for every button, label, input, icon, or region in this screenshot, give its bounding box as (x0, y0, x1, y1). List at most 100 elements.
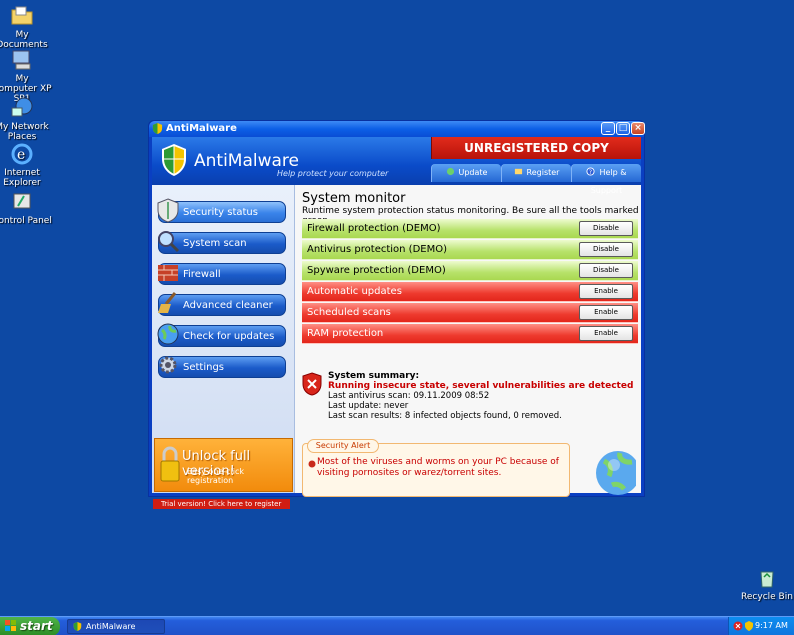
page-title: System monitor (302, 191, 406, 206)
disable-button[interactable]: Disable (579, 242, 633, 257)
nav-update[interactable]: Update (431, 164, 501, 182)
shield-icon (157, 198, 179, 223)
network-icon (11, 97, 33, 117)
sidebar-item-advanced-cleaner[interactable]: Advanced cleaner (158, 292, 286, 316)
sidebar-item-system-scan[interactable]: System scan (158, 231, 286, 254)
sidebar-item-label: Firewall (183, 269, 221, 280)
windows-flag-icon (5, 620, 16, 631)
desktop-icon-my-network[interactable]: My Network Places (0, 96, 52, 142)
disable-button[interactable]: Disable (579, 221, 633, 236)
svg-text:?: ? (589, 169, 592, 176)
status-row-scheduled-scans: Scheduled scans Enable (302, 303, 638, 323)
help-icon: ? (586, 167, 596, 176)
taskbar-item-label: AntiMalware (86, 622, 136, 631)
status-row-ram-protection: RAM protection Enable (302, 324, 638, 344)
summary-last-results: Last scan results: 8 infected objects fo… (328, 411, 562, 421)
desktop-icon-recycle-bin[interactable]: Recycle Bin (737, 566, 794, 602)
system-tray: 9:17 AM (728, 617, 794, 635)
desktop-icon-label: My Network Places (0, 122, 49, 142)
enable-button[interactable]: Enable (579, 305, 633, 320)
unlock-subtitle: Easy one-click registration (187, 467, 245, 485)
app-shield-icon (152, 123, 163, 134)
desktop-icon-label: Control Panel (0, 216, 52, 226)
shield-logo-icon (162, 144, 186, 176)
unlock-full-version-button[interactable]: Unlock full version! Easy one-click regi… (154, 438, 293, 492)
desktop-icon-control-panel[interactable]: Control Panel (0, 190, 52, 226)
globe-icon (157, 323, 179, 345)
nav-register[interactable]: Register (501, 164, 571, 182)
summary-last-scan: Last antivirus scan: 09.11.2009 08:52 (328, 391, 490, 401)
update-icon (446, 167, 454, 176)
desktop-icon-my-documents[interactable]: My Documents (0, 4, 52, 50)
sidebar-item-label: System scan (183, 238, 247, 249)
svg-text:e: e (17, 147, 25, 163)
taskbar: start AntiMalware 9:17 AM (0, 616, 794, 635)
start-label: start (20, 619, 53, 633)
status-row-label: Firewall protection (DEMO) (307, 223, 441, 234)
window-client: AntiMalware Help protect your computer U… (152, 137, 641, 509)
status-row-spyware: Spyware protection (DEMO) Disable (302, 261, 638, 281)
antimalware-window: AntiMalware _ □ × AntiMalware Help prote… (148, 120, 645, 509)
status-row-label: Automatic updates (307, 286, 402, 297)
sidebar-item-label: Settings (183, 362, 225, 373)
start-button[interactable]: start (0, 617, 60, 635)
desktop-icon-label: My Documents (0, 30, 48, 50)
sidebar-item-label: Advanced cleaner (183, 300, 273, 311)
status-row-antivirus: Antivirus protection (DEMO) Disable (302, 240, 638, 260)
nav-update-label: Update (458, 168, 488, 177)
window-titlebar[interactable]: AntiMalware _ □ × (149, 121, 645, 137)
magnifier-icon (158, 231, 180, 253)
minimize-button[interactable]: _ (601, 122, 615, 135)
sidebar-item-label: Check for updates (183, 331, 275, 342)
enable-button[interactable]: Enable (579, 284, 633, 299)
nav-register-label: Register (526, 168, 560, 177)
sidebar-item-settings[interactable]: Settings (158, 356, 286, 378)
maximize-button[interactable]: □ (616, 122, 630, 135)
internet-explorer-icon: e (11, 143, 33, 165)
desktop-icon-label: Recycle Bin (741, 592, 793, 602)
sidebar-item-check-updates[interactable]: Check for updates (157, 323, 286, 347)
gear-icon (159, 356, 177, 374)
summary-last-update: Last update: never (328, 401, 409, 411)
security-alert-tab: Security Alert (307, 439, 379, 453)
window-title: AntiMalware (166, 123, 237, 134)
sidebar-item-security-status[interactable]: Security status (157, 198, 286, 223)
broom-icon (158, 292, 177, 313)
summary-warning: Running insecure state, several vulnerab… (328, 381, 634, 391)
brand-tagline: Help protect your computer (277, 169, 389, 178)
register-icon (514, 168, 522, 175)
warning-shield-icon (302, 372, 322, 396)
desktop-icon-label: Internet Explorer (3, 168, 41, 188)
status-row-label: Spyware protection (DEMO) (307, 265, 446, 276)
trial-register-link[interactable]: Trial version! Click here to register (153, 499, 290, 509)
security-alert-box: Security Alert Most of the viruses and w… (302, 439, 570, 497)
lock-icon (160, 446, 180, 482)
sidebar-item-firewall[interactable]: Firewall (158, 263, 286, 285)
taskbar-item-antimalware[interactable]: AntiMalware (67, 619, 165, 634)
brand-title: AntiMalware (194, 151, 299, 171)
app-shield-icon (73, 622, 82, 631)
computer-icon (12, 50, 31, 70)
app-header: AntiMalware Help protect your computer U… (152, 137, 641, 195)
security-alert-text: Most of the viruses and worms on your PC… (317, 457, 559, 478)
unregistered-banner[interactable]: UNREGISTERED COPY (431, 137, 641, 159)
security-center-icon[interactable] (733, 621, 743, 631)
disable-button[interactable]: Disable (579, 263, 633, 278)
close-button[interactable]: × (631, 122, 645, 135)
summary-heading: System summary: (328, 371, 420, 381)
tray-shield-icon[interactable] (744, 621, 754, 631)
folder-icon (11, 6, 33, 25)
sidebar-item-label: Security status (183, 207, 258, 218)
system-summary: System summary: Running insecure state, … (302, 371, 638, 421)
top-nav: Update Register ? Help & Support (431, 164, 641, 195)
globe-decoration-icon (596, 451, 636, 495)
sidebar: Security status System scan Firewall Adv… (152, 185, 295, 509)
desktop-icon-internet-explorer[interactable]: e Internet Explorer (0, 142, 52, 188)
firewall-icon (158, 265, 178, 281)
control-panel-icon (13, 193, 31, 209)
alert-dot-icon (308, 460, 316, 468)
status-row-automatic-updates: Automatic updates Enable (302, 282, 638, 302)
nav-help[interactable]: ? Help & Support (571, 164, 641, 195)
enable-button[interactable]: Enable (579, 326, 633, 341)
clock: 9:17 AM (755, 621, 788, 630)
